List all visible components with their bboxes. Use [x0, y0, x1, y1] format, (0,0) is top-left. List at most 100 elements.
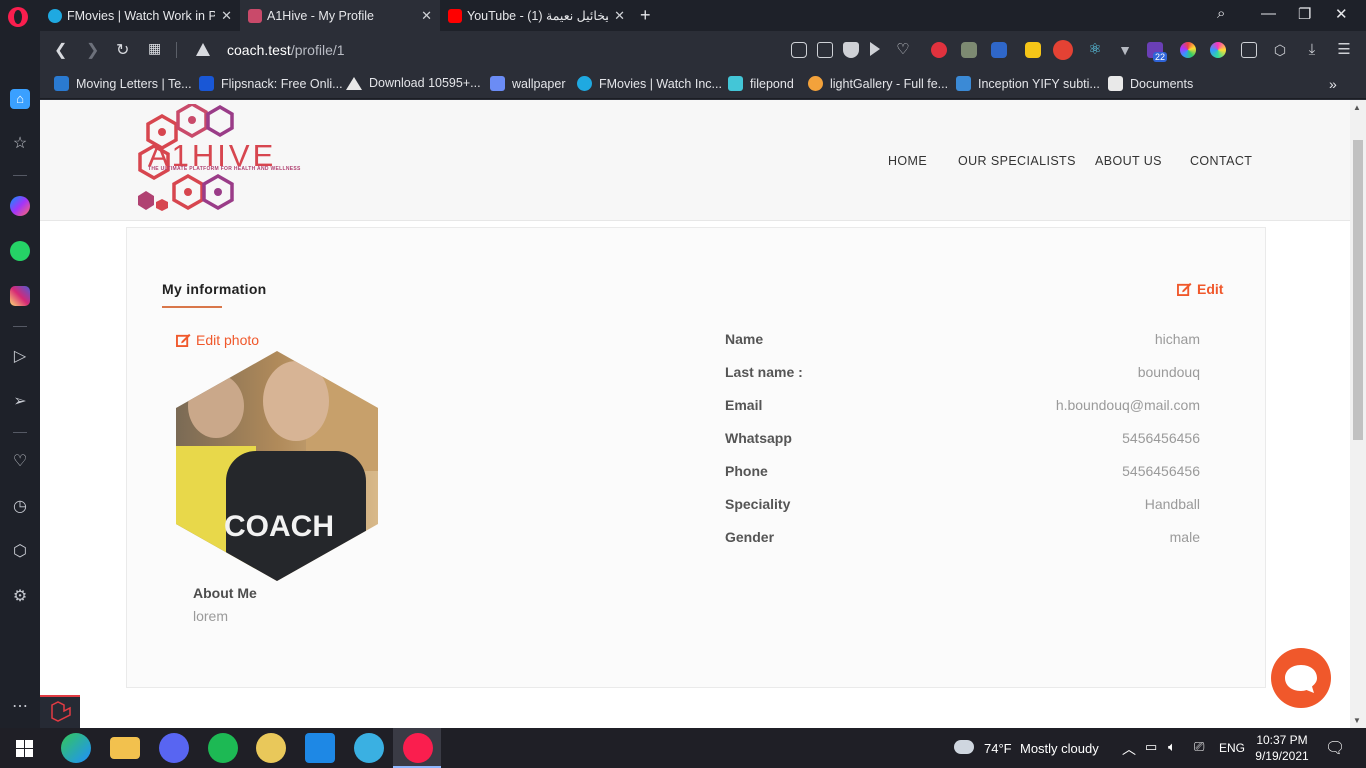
extension-colorful-icon[interactable]: [1025, 42, 1041, 58]
not-secure-warning-icon[interactable]: [196, 43, 210, 56]
page-scrollbar[interactable]: ▲ ▼: [1350, 100, 1366, 728]
vscode-icon[interactable]: [305, 733, 335, 763]
heart-icon[interactable]: ♡: [895, 42, 911, 58]
weather-description[interactable]: Mostly cloudy: [1020, 741, 1099, 756]
extension-react-icon[interactable]: [1053, 40, 1073, 60]
field-value: 5456456456: [1122, 430, 1200, 446]
extension-cube-icon[interactable]: [961, 42, 977, 58]
windows-taskbar: 74°F Mostly cloudy ︿ ▭ 🔈︎ ⎚ ENG 10:37 PM…: [0, 728, 1366, 768]
spotify-icon[interactable]: [208, 733, 238, 763]
nav-contact[interactable]: CONTACT: [1190, 154, 1252, 168]
settings-gear-icon[interactable]: ⚙: [10, 587, 30, 607]
whatsapp-icon[interactable]: [10, 241, 30, 261]
bookmark-item[interactable]: wallpaper: [490, 76, 566, 91]
extension-translate-icon[interactable]: [991, 42, 1007, 58]
section-title: My information: [162, 281, 267, 297]
bookmark-favicon-icon: [577, 76, 592, 91]
nav-our-specialists[interactable]: OUR SPECIALISTS: [958, 154, 1076, 168]
edit-profile-button[interactable]: Edit: [1177, 281, 1223, 297]
notifications-icon[interactable]: 🗨︎: [1325, 738, 1345, 758]
flow-send-icon[interactable]: ➢: [10, 392, 30, 412]
hearthstone-icon[interactable]: [256, 733, 286, 763]
live-chat-button[interactable]: [1271, 648, 1331, 708]
opera-menu-icon[interactable]: [8, 7, 28, 27]
adblock-plus-icon[interactable]: [931, 42, 947, 58]
download-icon[interactable]: ⤓: [1304, 42, 1320, 58]
scroll-down-icon[interactable]: ▼: [1353, 716, 1361, 725]
nav-about-us[interactable]: ABOUT US: [1095, 154, 1162, 168]
url-field[interactable]: coach.test/profile/1: [227, 42, 345, 58]
close-tab-icon[interactable]: ✕: [614, 8, 625, 24]
search-tabs-icon[interactable]: ⌕: [1217, 5, 1225, 22]
extensions-cube-icon[interactable]: ⬡: [10, 542, 30, 562]
easy-setup-icon[interactable]: ▦: [148, 40, 161, 57]
flow-icon[interactable]: [870, 42, 880, 56]
forward-button[interactable]: ❯: [86, 40, 99, 60]
bookmark-item[interactable]: filepond: [728, 76, 794, 91]
more-options-icon[interactable]: ⋯: [10, 697, 30, 717]
instagram-icon[interactable]: [10, 286, 30, 306]
bookmark-item[interactable]: FMovies | Watch Inc...: [577, 76, 722, 91]
close-tab-icon[interactable]: ✕: [221, 8, 232, 24]
react-devtools-icon[interactable]: ⚛: [1087, 42, 1103, 58]
restore-button[interactable]: ❐: [1298, 5, 1311, 23]
send-icon[interactable]: [791, 42, 807, 58]
network-icon[interactable]: ⎚: [1194, 739, 1204, 755]
about-heading: About Me: [193, 585, 257, 601]
edge-browser-icon[interactable]: [61, 733, 91, 763]
vue-devtools-icon[interactable]: ▼: [1117, 42, 1133, 58]
scroll-thumb[interactable]: [1353, 140, 1363, 440]
messenger-icon[interactable]: [10, 196, 30, 216]
scroll-up-icon[interactable]: ▲: [1353, 103, 1361, 112]
bookmark-label: Documents: [1130, 76, 1194, 91]
weather-temperature[interactable]: 74°F: [984, 741, 1012, 756]
field-label: Name: [725, 331, 764, 347]
more-bookmarks-button[interactable]: »: [1329, 76, 1337, 92]
tab-youtube[interactable]: YouTube - ميخائيل نعيمة (1) ✕: [440, 0, 633, 31]
color-picker-icon[interactable]: [1180, 42, 1196, 58]
opera-taskbar-icon[interactable]: [403, 733, 433, 763]
title-underline: [162, 306, 222, 308]
discord-icon[interactable]: [159, 733, 189, 763]
file-explorer-icon[interactable]: [110, 737, 140, 759]
history-clock-icon[interactable]: ◷: [10, 497, 30, 517]
bookmark-item[interactable]: Documents: [1108, 76, 1193, 91]
reload-button[interactable]: ↻: [116, 40, 129, 60]
bookmark-item[interactable]: Download 10595+...: [346, 76, 481, 90]
speed-dial-home-icon[interactable]: ⌂: [10, 89, 30, 109]
new-tab-button[interactable]: +: [640, 5, 651, 26]
easy-menu-icon[interactable]: ☰: [1336, 42, 1352, 58]
tab-a1hive[interactable]: A1Hive - My Profile ✕: [240, 0, 440, 31]
bookmark-item[interactable]: Inception YIFY subti...: [956, 76, 1100, 91]
tab-fmovies[interactable]: FMovies | Watch Work in Pr ✕: [40, 0, 240, 31]
player-icon[interactable]: ▷: [10, 347, 30, 367]
camera-icon[interactable]: [1241, 42, 1257, 58]
laravel-debugbar-toggle[interactable]: [40, 695, 80, 728]
snapshot-icon[interactable]: [817, 42, 833, 58]
bookmarks-bar: Moving Letters | Te... Flipsnack: Free O…: [40, 69, 1366, 99]
input-language[interactable]: ENG: [1219, 741, 1245, 755]
color-zilla-icon[interactable]: [1210, 42, 1226, 58]
bookmarks-star-icon[interactable]: ☆: [10, 134, 30, 154]
info-row-name: Name hicham: [725, 331, 1200, 351]
close-tab-icon[interactable]: ✕: [421, 8, 432, 24]
show-hidden-icons-chevron-icon[interactable]: ︿: [1122, 739, 1136, 759]
back-button[interactable]: ❮: [54, 40, 67, 60]
bookmark-label: Download 10595+...: [369, 76, 481, 90]
bookmark-item[interactable]: Moving Letters | Te...: [54, 76, 192, 91]
minimize-button[interactable]: —: [1261, 5, 1276, 22]
pinboards-heart-icon[interactable]: ♡: [10, 452, 30, 472]
vpn-shield-icon[interactable]: [843, 42, 859, 58]
close-window-button[interactable]: ✕: [1335, 5, 1348, 23]
app-blue-icon[interactable]: [354, 733, 384, 763]
volume-icon[interactable]: 🔈︎: [1168, 739, 1176, 755]
bookmark-item[interactable]: Flipsnack: Free Onli...: [199, 76, 343, 91]
nav-home[interactable]: HOME: [888, 154, 927, 168]
battery-icon[interactable]: ▭: [1145, 739, 1157, 755]
windows-start-icon[interactable]: [16, 740, 33, 757]
bookmark-item[interactable]: lightGallery - Full fe...: [808, 76, 948, 91]
system-clock[interactable]: 10:37 PM 9/19/2021: [1252, 732, 1312, 764]
bookmark-favicon-icon: [728, 76, 743, 91]
extensions-cube-icon[interactable]: ⬡: [1272, 42, 1288, 58]
edit-photo-button[interactable]: Edit photo: [176, 332, 259, 348]
